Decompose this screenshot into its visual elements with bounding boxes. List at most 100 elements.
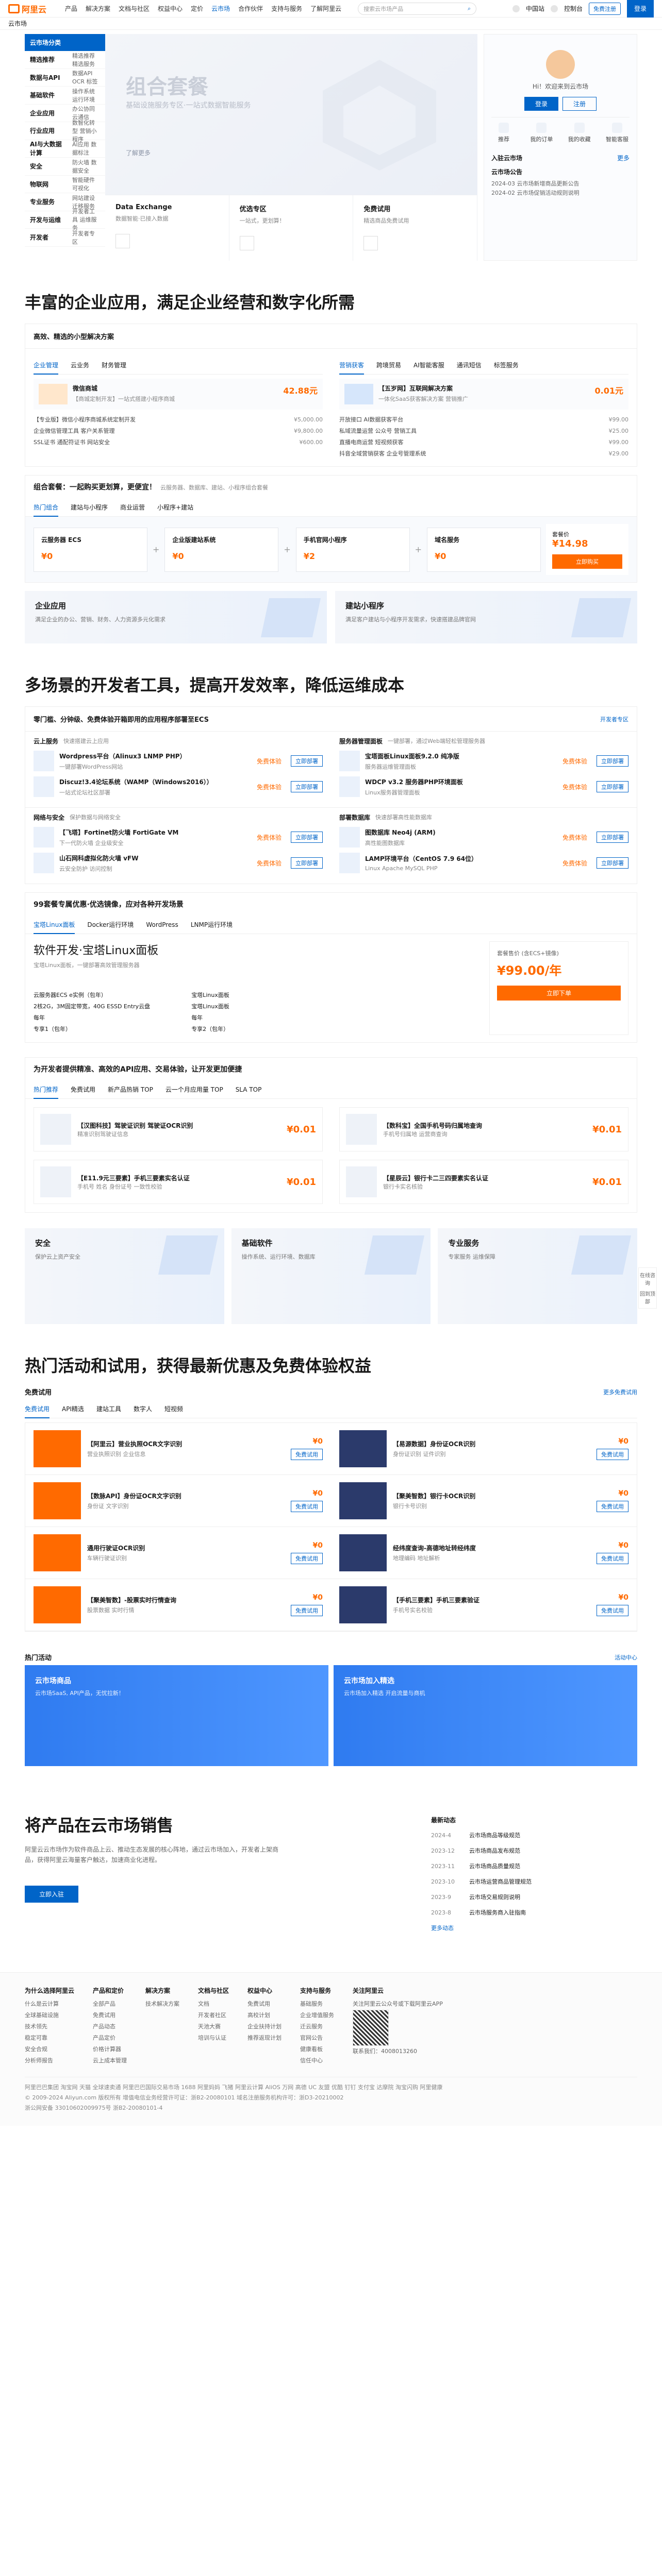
trial-more-link[interactable]: 更多免费试用: [603, 1388, 637, 1396]
trial-item[interactable]: 【阿里云】营业执照OCR文字识别 营业执照识别 企业信息 ¥0 免费试用: [25, 1423, 331, 1475]
dev-item[interactable]: 图数据库 Neo4j (ARM) 高性能图数据库 免费体验 立即部署: [339, 827, 628, 848]
category-item[interactable]: 基础软件 操作系统 运行环境: [25, 87, 105, 105]
trial-item[interactable]: 【聚美智数】银行卡OCR识别 银行卡号识别 ¥0 免费试用: [331, 1475, 637, 1527]
category-item[interactable]: 数据与API 数据API OCR 标签: [25, 69, 105, 87]
list-item[interactable]: SSL证书 通配符证书 网站安全 ¥600.00: [34, 436, 323, 448]
list-item[interactable]: 开放接口 AI数据获客平台 ¥99.00: [339, 414, 628, 425]
category-item[interactable]: 精选推荐 精选推荐 精选服务: [25, 51, 105, 69]
tab[interactable]: 营销获客: [339, 361, 365, 375]
list-item[interactable]: 私域流量运营 公众号 营销工具 ¥25.00: [339, 425, 628, 436]
category-item[interactable]: 开发者 开发者专区: [25, 229, 105, 247]
trial-item[interactable]: 通用行驶证OCR识别 车辆行驶证识别 ¥0 免费试用: [25, 1527, 331, 1579]
security-card[interactable]: 安全 保护云上资产安全: [25, 1228, 224, 1324]
notice-item[interactable]: 2024-02 云市场促销活动规则说明: [491, 189, 630, 198]
notice-item[interactable]: 2024-03 云市场新增商品更新公告: [491, 179, 630, 189]
promo-banner[interactable]: 云市场商品 云市场SaaS, API产品，无忧拉新！: [25, 1665, 328, 1766]
combo-item[interactable]: 企业版建站系统 ¥0: [164, 527, 279, 572]
nav-item[interactable]: 权益中心: [158, 4, 183, 13]
tab[interactable]: Docker运行环境: [87, 920, 134, 929]
tab[interactable]: 跨境贸易: [376, 361, 401, 369]
tab[interactable]: 财务管理: [102, 361, 126, 369]
join-button[interactable]: 立即入驻: [25, 1886, 79, 1903]
list-item[interactable]: 企业微信管理工具 客户关系管理 ¥9,800.00: [34, 425, 323, 436]
order-button[interactable]: 立即下单: [497, 986, 621, 1001]
dev-item[interactable]: Discuz!3.4论坛系统（WAMP（Windows2016）） 一站式论坛社区…: [34, 776, 323, 797]
globe-icon[interactable]: [512, 5, 520, 12]
tab[interactable]: 企业管理: [34, 361, 59, 375]
tab[interactable]: LNMP运行环境: [191, 920, 233, 929]
nav-item[interactable]: 了解阿里云: [310, 4, 341, 13]
category-item[interactable]: 安全 防火墙 数据安全: [25, 158, 105, 176]
tab[interactable]: 建站与小程序: [71, 503, 108, 512]
trial-item[interactable]: 【手机三要素】手机三要素验证 手机号实名校验 ¥0 免费试用: [331, 1579, 637, 1631]
api-card[interactable]: 【星辰云】银行卡二三四要素实名认证 银行卡实名核验 ¥0.01: [339, 1160, 628, 1204]
category-item[interactable]: AI与大数据计算 AI应用 数据标注: [25, 140, 105, 158]
tab[interactable]: 商业运营: [120, 503, 145, 512]
dev-item[interactable]: 【飞塔】Fortinet防火墙 FortiGate VM 下一代防火墙 企业级安全…: [34, 827, 323, 848]
nav-item[interactable]: 定价: [191, 4, 203, 13]
quick-support[interactable]: 智能客服: [605, 123, 630, 143]
site-switch[interactable]: 中国站: [526, 4, 544, 13]
api-card[interactable]: 【数科宝】全国手机号码归属地查询 手机号归属地 运营商查询 ¥0.01: [339, 1107, 628, 1151]
panel-register-button[interactable]: 注册: [562, 97, 597, 111]
nav-item[interactable]: 文档与社区: [119, 4, 150, 13]
tab[interactable]: 云业务: [71, 361, 89, 369]
search-icon[interactable]: ⌕: [468, 5, 471, 12]
featured-product[interactable]: 【五岁网】互联网解决方案 一体化SaaS获客解决方案 营销推广 0.01元: [339, 379, 628, 410]
api-card[interactable]: 【E11.9元三要素】手机三要素实名认证 手机号 姓名 身份证号 一致性校验 ¥0.…: [34, 1160, 323, 1204]
combo-item[interactable]: 手机官网小程序 ¥2: [295, 527, 410, 572]
tab[interactable]: AI智能客服: [413, 361, 444, 369]
search-input[interactable]: 搜索云市场产品 ⌕: [358, 2, 477, 15]
quick-orders[interactable]: 我的订单: [529, 123, 554, 143]
dev-item[interactable]: WDCP v3.2 服务器PHP环境面板 Linux服务器管理面板 免费体验 立即部署: [339, 776, 628, 797]
trial-item[interactable]: 【数脉API】身份证OCR文字识别 身份证 文字识别 ¥0 免费试用: [25, 1475, 331, 1527]
tab[interactable]: 通讯短信: [457, 361, 482, 369]
tab[interactable]: 新产品热销 TOP: [108, 1085, 153, 1094]
featured-product[interactable]: 微信商城 【商城定制开发】一站式搭建小程序商城 42.88元: [34, 379, 323, 410]
tile-data-exchange[interactable]: Data Exchange 数据智能·已接入数据: [105, 195, 229, 261]
promo-banner[interactable]: 云市场加入精选 云市场加入精选 开启流量与商机: [334, 1665, 637, 1766]
news-item[interactable]: 2023-8 云市场服务商入驻指南: [431, 1905, 637, 1921]
list-item[interactable]: 直播电商运营 短视频获客 ¥99.00: [339, 436, 628, 448]
nav-item[interactable]: 解决方案: [86, 4, 110, 13]
nav-item[interactable]: 云市场: [211, 4, 230, 13]
tile-free-trial[interactable]: 免费试用 精选商品免费试用: [353, 195, 477, 261]
tab[interactable]: 数字人: [134, 1404, 152, 1413]
service-card[interactable]: 专业服务 专家服务 运维保障: [438, 1228, 638, 1324]
tab[interactable]: 建站工具: [96, 1404, 121, 1413]
combo-item[interactable]: 云服务器 ECS ¥0: [34, 527, 147, 572]
tab[interactable]: API精选: [62, 1404, 84, 1413]
tab[interactable]: WordPress: [146, 921, 178, 928]
category-item[interactable]: 物联网 智能硬件 可视化: [25, 176, 105, 193]
tab[interactable]: 热门推荐: [34, 1085, 59, 1099]
news-item[interactable]: 2023-10 云市场运营商品管理规范: [431, 1874, 637, 1890]
news-item[interactable]: 2023-12 云市场商品发布规范: [431, 1843, 637, 1859]
dev-more-link[interactable]: 开发者专区: [600, 715, 628, 723]
tab[interactable]: 宝塔Linux面板: [34, 920, 75, 934]
tab[interactable]: 标签服务: [494, 361, 519, 369]
news-item[interactable]: 2023-9 云市场交易规则说明: [431, 1890, 637, 1905]
list-item[interactable]: 抖音全域营销获客 企业号管理系统 ¥29.00: [339, 448, 628, 459]
news-item[interactable]: 2024-4 云市场商品等级规范: [431, 1828, 637, 1843]
nav-item[interactable]: 合作伙伴: [238, 4, 263, 13]
software-card[interactable]: 基础软件 操作系统、运行环境、数据库: [231, 1228, 431, 1324]
logo[interactable]: 阿里云: [8, 3, 60, 15]
group-links[interactable]: 阿里巴巴集团 淘宝网 天猫 全球速卖通 阿里巴巴国际交易市场 1688 阿里妈妈…: [25, 2082, 637, 2093]
trial-item[interactable]: 【易源数据】身份证OCR识别 身份证识别 证件识别 ¥0 免费试用: [331, 1423, 637, 1475]
dev-item[interactable]: 山石网科虚拟化防火墙 vFW 云安全防护 访问控制 免费体验 立即部署: [34, 853, 323, 873]
dev-item[interactable]: Wordpress平台（Alinux3 LNMP PHP） 一键部署WordPre…: [34, 751, 323, 771]
float-toolbar[interactable]: 在线咨询 回到顶部: [638, 1267, 657, 1309]
banner-link[interactable]: 了解更多: [126, 148, 151, 157]
quick-favorites[interactable]: 我的收藏: [567, 123, 592, 143]
buy-button[interactable]: 立即购买: [552, 554, 623, 569]
tab[interactable]: 小程序+建站: [157, 503, 193, 512]
news-more-link[interactable]: 更多动态: [431, 1921, 637, 1936]
console-link[interactable]: 控制台: [564, 4, 583, 13]
activity-more-link[interactable]: 活动中心: [615, 1653, 637, 1662]
tile-preferred[interactable]: 优选专区 一站式，更划算！: [229, 195, 354, 261]
api-card[interactable]: 【汉图科技】驾驶证识别 驾驶证OCR识别 精准识别驾驶证信息 ¥0.01: [34, 1107, 323, 1151]
register-button[interactable]: 免费注册: [589, 2, 621, 15]
cart-icon[interactable]: [550, 5, 558, 12]
category-item[interactable]: 行业应用 数智化转型 营销小程序: [25, 120, 105, 143]
nav-item[interactable]: 产品: [65, 4, 77, 13]
